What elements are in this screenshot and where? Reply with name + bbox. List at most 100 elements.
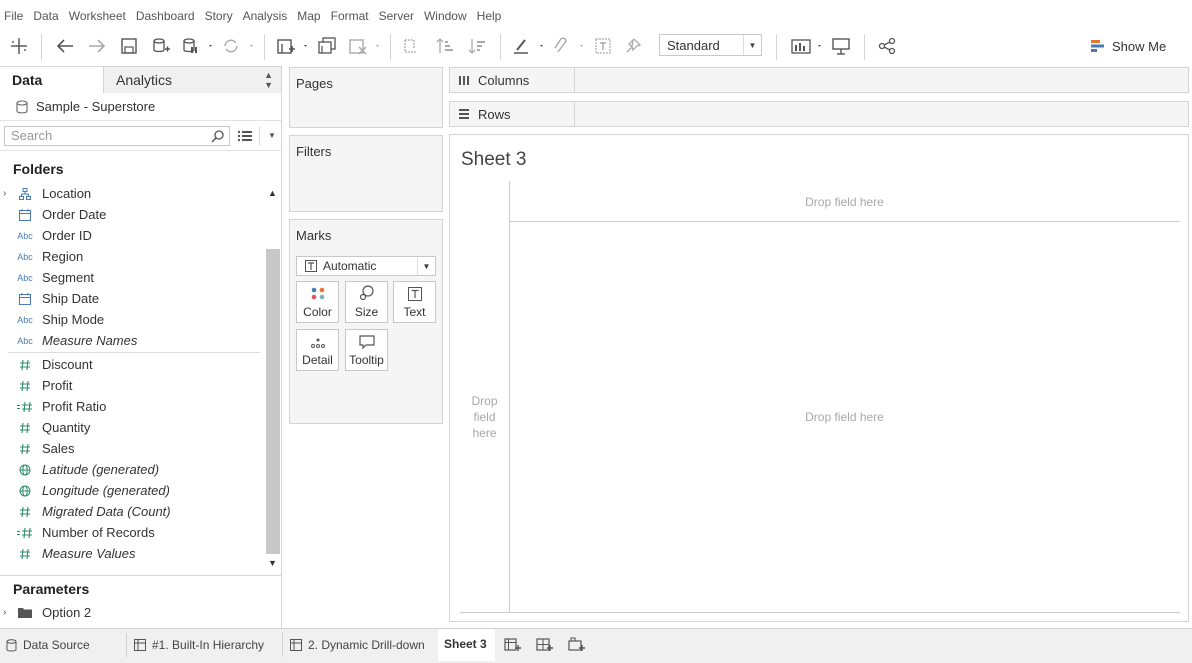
tab-data-source[interactable]: Data Source (0, 629, 90, 661)
tableau-logo-icon[interactable] (8, 35, 30, 57)
worksheet-icon (290, 639, 302, 651)
sheet-title[interactable]: Sheet 3 (461, 149, 527, 171)
share-icon[interactable] (876, 35, 898, 57)
menu-map[interactable]: Map (297, 9, 328, 23)
rows-shelf[interactable]: Rows (449, 101, 1189, 127)
field-item[interactable]: Profit Ratio (0, 396, 264, 417)
menu-story[interactable]: Story (205, 9, 241, 23)
field-item[interactable]: Profit (0, 375, 264, 396)
show-mark-labels-icon[interactable] (592, 35, 614, 57)
redo-icon[interactable] (86, 35, 108, 57)
tab-sheet-3[interactable]: Sheet 3 (438, 629, 495, 661)
highlight-icon[interactable] (510, 35, 546, 57)
tab-analytics[interactable]: Analytics ▲ ▼ (104, 67, 281, 93)
field-item[interactable]: Quantity (0, 417, 264, 438)
expand-icon[interactable]: › (3, 188, 6, 199)
group-members-icon[interactable] (550, 35, 586, 57)
color-label: Color (303, 305, 332, 319)
menu-server[interactable]: Server (379, 9, 422, 23)
menu-analysis[interactable]: Analysis (243, 9, 296, 23)
menu-data[interactable]: Data (33, 9, 66, 23)
field-item[interactable]: Ship Date (0, 288, 264, 309)
field-item[interactable]: › Location (0, 183, 264, 204)
duplicate-sheet-icon[interactable] (316, 35, 338, 57)
text-button[interactable]: Text (393, 281, 436, 323)
scroll-thumb[interactable] (266, 249, 280, 554)
datasource-item[interactable]: Sample - Superstore (0, 93, 281, 121)
chevron-down-icon[interactable]: ▼ (268, 131, 276, 140)
field-item[interactable]: Abc Order ID (0, 225, 264, 246)
field-item[interactable]: Abc Region (0, 246, 264, 267)
save-icon[interactable] (118, 35, 140, 57)
filters-shelf[interactable]: Filters (289, 135, 443, 212)
drop-zone-rows[interactable]: Drop field here (460, 393, 509, 441)
columns-label: Columns (478, 72, 530, 88)
field-list-scrollbar[interactable]: ▲ ▼ (265, 186, 281, 572)
menu-window[interactable]: Window (424, 9, 475, 23)
refresh-icon[interactable] (220, 35, 256, 57)
new-story-tab-button[interactable] (562, 629, 586, 661)
detail-button[interactable]: Detail (296, 329, 339, 371)
field-item[interactable]: Abc Measure Names (0, 330, 264, 351)
color-icon (311, 287, 324, 300)
field-item[interactable]: Order Date (0, 204, 264, 225)
field-item[interactable]: Migrated Data (Count) (0, 501, 264, 522)
data-pane: Data Analytics ▲ ▼ Sample - Superstore Se… (0, 66, 282, 628)
pane-menu-icon[interactable]: ▲ ▼ (264, 70, 273, 90)
menu-help[interactable]: Help (477, 9, 510, 23)
drop-zone-columns[interactable]: Drop field here (509, 195, 1180, 209)
new-dashboard-tab-button[interactable] (530, 629, 554, 661)
parameter-item[interactable]: › Option 2 (0, 602, 282, 623)
field-item[interactable]: Longitude (generated) (0, 480, 264, 501)
new-worksheet-icon[interactable] (274, 35, 310, 57)
sort-ascending-icon[interactable] (434, 35, 456, 57)
tab-built-in-hierarchy[interactable]: #1. Built-In Hierarchy (128, 629, 264, 661)
field-item[interactable]: Sales (0, 438, 264, 459)
field-item[interactable]: Number of Records (0, 522, 264, 543)
fix-axes-pin-icon[interactable] (622, 35, 644, 57)
folders-title: Folders (13, 161, 64, 177)
tooltip-button[interactable]: Tooltip (345, 329, 388, 371)
field-item[interactable]: Abc Ship Mode (0, 309, 264, 330)
menu-worksheet[interactable]: Worksheet (69, 9, 134, 23)
show-cards-icon[interactable] (788, 35, 824, 57)
expand-icon[interactable]: › (3, 607, 6, 618)
detail-icon (310, 338, 325, 348)
field-item[interactable]: Abc Segment (0, 267, 264, 288)
sort-descending-icon[interactable] (466, 35, 488, 57)
field-item[interactable]: Latitude (generated) (0, 459, 264, 480)
tooltip-label: Tooltip (349, 353, 384, 367)
field-item[interactable]: Measure Values (0, 543, 264, 564)
new-datasource-icon[interactable] (150, 35, 172, 57)
scroll-up-icon[interactable]: ▲ (268, 188, 277, 198)
tab-data[interactable]: Data (0, 67, 104, 93)
undo-icon[interactable] (54, 35, 76, 57)
tab-dynamic-drill-down[interactable]: 2. Dynamic Drill-down (284, 629, 425, 661)
menu-dashboard[interactable]: Dashboard (136, 9, 203, 23)
swap-rows-columns-icon[interactable] (400, 35, 422, 57)
show-me-button[interactable]: Show Me (1090, 35, 1166, 57)
field-item[interactable]: Discount (0, 354, 264, 375)
clear-sheet-icon[interactable] (346, 35, 382, 57)
columns-shelf[interactable]: Columns (449, 67, 1189, 93)
pages-shelf[interactable]: Pages (289, 67, 443, 128)
pause-updates-icon[interactable] (180, 35, 214, 57)
new-worksheet-tab-button[interactable] (498, 629, 522, 661)
field-label: Order ID (42, 228, 92, 243)
columns-icon (459, 76, 469, 85)
search-input[interactable]: Search (4, 125, 230, 146)
menu-file[interactable]: File (4, 9, 31, 23)
drop-zone-center[interactable]: Drop field here (509, 410, 1180, 424)
fit-select[interactable]: Standard ▼ (659, 34, 762, 56)
size-button[interactable]: Size (345, 281, 388, 323)
color-button[interactable]: Color (296, 281, 339, 323)
mark-type-select[interactable]: Automatic ▼ (296, 256, 436, 276)
scroll-down-icon[interactable]: ▼ (268, 558, 277, 568)
number-icon (0, 380, 42, 392)
menu-format[interactable]: Format (331, 9, 377, 23)
abc-icon: Abc (17, 272, 33, 283)
presentation-mode-icon[interactable] (830, 35, 852, 57)
database-icon (6, 638, 17, 651)
sheet-canvas: Drop field here Drop field here Drop fie… (460, 181, 1180, 613)
view-list-icon[interactable] (237, 129, 253, 143)
